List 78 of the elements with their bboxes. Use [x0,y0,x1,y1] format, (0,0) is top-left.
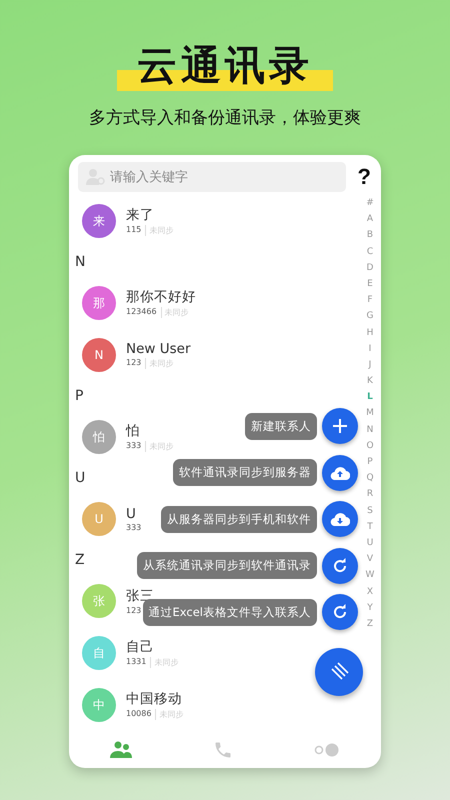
action-label[interactable]: 从服务器同步到手机和软件 [161,506,317,532]
contact-name[interactable]: 自己 [126,638,178,656]
contact-avatar: U [82,502,116,536]
contact-avatar: 来 [82,204,116,238]
action-button[interactable] [322,454,358,490]
contact-phone: 333 [126,523,142,532]
action-button[interactable] [322,501,358,537]
index-letter[interactable]: F [367,295,373,312]
contact-name[interactable]: 来了 [126,206,174,224]
index-letter[interactable]: Q [366,473,374,490]
index-letter[interactable]: G [366,311,374,328]
index-letter[interactable]: S [367,506,373,522]
section-letter: N [75,253,86,272]
action-label[interactable]: 新建联系人 [245,412,317,440]
index-letter[interactable]: A [366,214,374,230]
contact-avatar: 中 [82,688,116,722]
contact-avatar: 怕 [82,420,116,454]
contact-phone: 123466 [126,307,157,318]
help-button[interactable]: ? [358,164,371,190]
index-letter[interactable]: C [366,246,374,263]
contact-name[interactable]: 那你不好好 [126,288,196,306]
contacts-icon [110,740,132,758]
contact-avatar: 那 [82,286,116,320]
contact-phone: 10086 [126,709,152,720]
index-letter[interactable]: P [367,457,373,474]
index-letter[interactable]: B [366,230,374,247]
section-letter: Z [75,551,85,570]
index-letter[interactable]: Z [366,618,374,636]
contact-avatar: N [82,338,116,372]
index-letter[interactable]: E [367,278,373,296]
action-button[interactable] [322,548,358,584]
index-letter[interactable]: D [366,262,374,279]
contact-phone: 115 [126,225,142,236]
contact-name[interactable]: 怕 [126,422,174,440]
action-label[interactable]: 从系统通讯录同步到软件通讯录 [137,552,317,579]
contact-name[interactable]: U [126,506,142,522]
index-letter[interactable]: N [366,424,374,441]
contact-name[interactable]: 中国移动 [126,690,184,708]
contact-phone: 123 [126,358,142,369]
action-label[interactable]: 软件通讯录同步到服务器 [173,459,317,486]
contact-avatar: 自 [82,636,116,670]
index-letter[interactable]: O [366,440,374,457]
action-label[interactable]: 通过Excel表格文件导入联系人 [142,598,317,626]
subtitle: 多方式导入和备份通讯录，体验更爽 [89,107,361,129]
index-letter[interactable]: X [366,586,374,603]
plus-icon [332,418,348,434]
index-letter[interactable]: # [366,198,374,214]
section-letter: P [75,387,84,406]
index-letter[interactable]: R [366,489,374,506]
index-letter[interactable]: Y [367,602,373,619]
index-letter[interactable]: I [368,344,372,360]
index-letter[interactable]: H [366,328,374,344]
cloud-download-icon [330,512,350,526]
toggle-icon [314,742,340,756]
contact-phone: 1331 [126,657,146,668]
index-letter[interactable]: K [367,376,373,392]
index-letter[interactable]: W [366,570,374,586]
contact-avatar: 张 [82,584,116,618]
index-letter[interactable]: T [367,522,373,538]
index-letter[interactable]: U [366,538,374,554]
action-button[interactable] [322,408,358,444]
contact-name[interactable]: New User [126,341,191,357]
index-letter[interactable]: J [368,360,372,376]
index-letter[interactable]: M [366,408,374,425]
action-button[interactable] [322,594,358,630]
phone-icon [212,740,233,760]
nav-tab[interactable] [110,740,132,758]
cloud-upload-icon [330,466,350,480]
contact-phone: 333 [126,441,142,452]
menu-fab[interactable] [315,648,363,696]
refresh-icon [332,558,348,574]
index-letter[interactable]: V [366,554,374,570]
contact-phone: 123 [126,606,142,615]
index-letter[interactable]: L [367,392,373,408]
section-letter: U [75,469,86,488]
search-field[interactable]: 请输入关键字 [78,162,346,192]
refresh-icon [332,604,348,620]
stripes-icon [329,662,349,682]
